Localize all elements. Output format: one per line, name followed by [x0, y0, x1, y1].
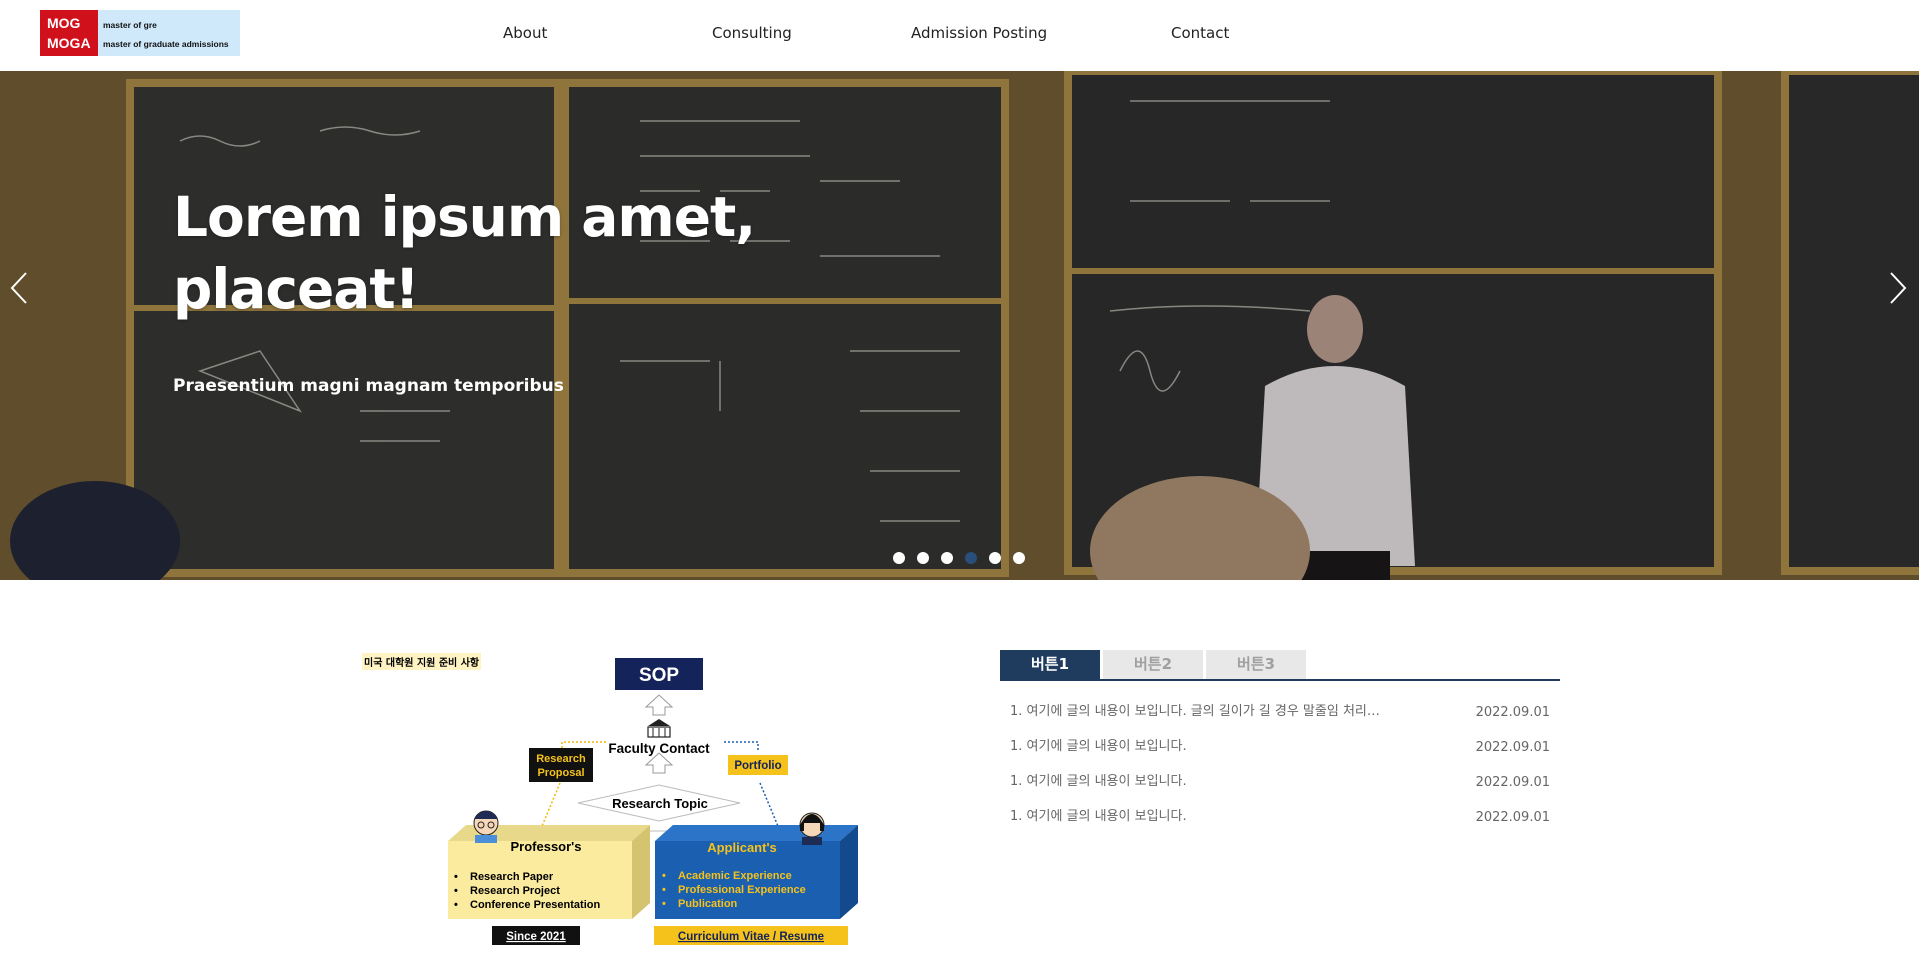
nav-about[interactable]: About [503, 24, 547, 42]
professor-title: Professor's [510, 839, 581, 854]
list-item-title[interactable]: 1. 여기에 글의 내용이 보입니다. 글의 길이가 길 경우 말줄임 처리… [1010, 700, 1380, 719]
list-item[interactable]: 1. 여기에 글의 내용이 보입니다. 2022.09.01 [1000, 801, 1560, 836]
slider-pagination [893, 552, 1025, 564]
tab-button-3[interactable]: 버튼3 [1206, 650, 1306, 679]
bullet: • [662, 884, 666, 896]
logo-mark: MOG MOGA [40, 10, 98, 56]
bullet: • [662, 870, 666, 882]
logo-tagline-line2: master of graduate admissions [103, 39, 229, 49]
arrow-up-icon [644, 752, 674, 774]
logo-mark-line1: MOG [47, 15, 81, 31]
cv-label: Curriculum Vitae / Resume [678, 931, 824, 943]
since-label: Since 2021 [506, 931, 566, 943]
professor-item: Conference Presentation [470, 899, 600, 911]
board-list: 1. 여기에 글의 내용이 보입니다. 글의 길이가 길 경우 말줄임 처리… … [1000, 696, 1560, 836]
list-item-title[interactable]: 1. 여기에 글의 내용이 보입니다. [1010, 735, 1187, 754]
logo-tagline-line1: master of gre [103, 20, 157, 30]
tab-button-1[interactable]: 버튼1 [1000, 650, 1100, 679]
slider-dot[interactable] [989, 552, 1001, 564]
slider-dot-active[interactable] [965, 552, 977, 564]
slider-dot[interactable] [941, 552, 953, 564]
research-topic-label: Research Topic [612, 796, 708, 811]
slider-dot[interactable] [1013, 552, 1025, 564]
sop-label: SOP [639, 665, 679, 686]
bullet: • [454, 899, 458, 911]
bullet: • [454, 871, 458, 883]
arrow-up-icon [644, 694, 674, 716]
site-logo[interactable]: MOG MOGA master of gre master of graduat… [40, 10, 240, 56]
research-proposal-line1: Research [536, 753, 586, 765]
board-tabs: 버튼1 버튼2 버튼3 [1000, 650, 1560, 681]
applicant-item: Professional Experience [678, 884, 806, 896]
hero-title: Lorem ipsum amet, placeat! [173, 185, 756, 321]
university-icon [647, 719, 671, 738]
research-proposal-line2: Proposal [537, 767, 584, 779]
tab-button-2[interactable]: 버튼2 [1103, 650, 1203, 679]
list-item-title[interactable]: 1. 여기에 글의 내용이 보입니다. [1010, 770, 1187, 789]
hero-slider: Lorem ipsum amet, placeat! Praesentium m… [0, 71, 1919, 580]
hero-subtitle: Praesentium magni magnam temporibus [173, 376, 564, 396]
portfolio-label: Portfolio [734, 760, 781, 772]
logo-tagline: master of gre master of graduate admissi… [98, 10, 229, 56]
nav-consulting[interactable]: Consulting [712, 24, 792, 42]
list-item-date: 2022.09.01 [1475, 705, 1550, 720]
chevron-left-icon[interactable] [6, 263, 32, 313]
faculty-contact-label: Faculty Contact [608, 741, 710, 756]
applicant-item: Publication [678, 898, 738, 910]
list-item-date: 2022.09.01 [1475, 740, 1550, 755]
site-header: MOG MOGA master of gre master of graduat… [0, 0, 1919, 71]
applicant-title: Applicant's [707, 840, 777, 855]
applicant-avatar-icon [799, 812, 825, 845]
nav-admission-posting[interactable]: Admission Posting [911, 24, 1047, 42]
slider-dot[interactable] [917, 552, 929, 564]
applicant-item: Academic Experience [678, 870, 792, 882]
diagram-graphic: SOP Faculty Contact Research Proposal Po… [448, 658, 858, 945]
chevron-right-icon[interactable] [1885, 263, 1911, 313]
list-item-title[interactable]: 1. 여기에 글의 내용이 보입니다. [1010, 805, 1187, 824]
list-item-date: 2022.09.01 [1475, 775, 1550, 790]
hero-background-image [0, 71, 1919, 580]
list-item[interactable]: 1. 여기에 글의 내용이 보입니다. 글의 길이가 길 경우 말줄임 처리… … [1000, 696, 1560, 731]
list-item[interactable]: 1. 여기에 글의 내용이 보입니다. 2022.09.01 [1000, 731, 1560, 766]
admission-diagram: 미국 대학원 지원 준비 사항 SOP Faculty Contact Rese… [350, 645, 870, 955]
professor-avatar-icon [473, 810, 499, 843]
professor-item: Research Paper [470, 871, 554, 883]
bullet: • [454, 885, 458, 897]
list-item-date: 2022.09.01 [1475, 810, 1550, 825]
logo-mark-line2: MOGA [47, 35, 91, 51]
professor-item: Research Project [470, 885, 560, 897]
list-item[interactable]: 1. 여기에 글의 내용이 보입니다. 2022.09.01 [1000, 766, 1560, 801]
nav-contact[interactable]: Contact [1171, 24, 1229, 42]
bullet: • [662, 898, 666, 910]
slider-dot[interactable] [893, 552, 905, 564]
